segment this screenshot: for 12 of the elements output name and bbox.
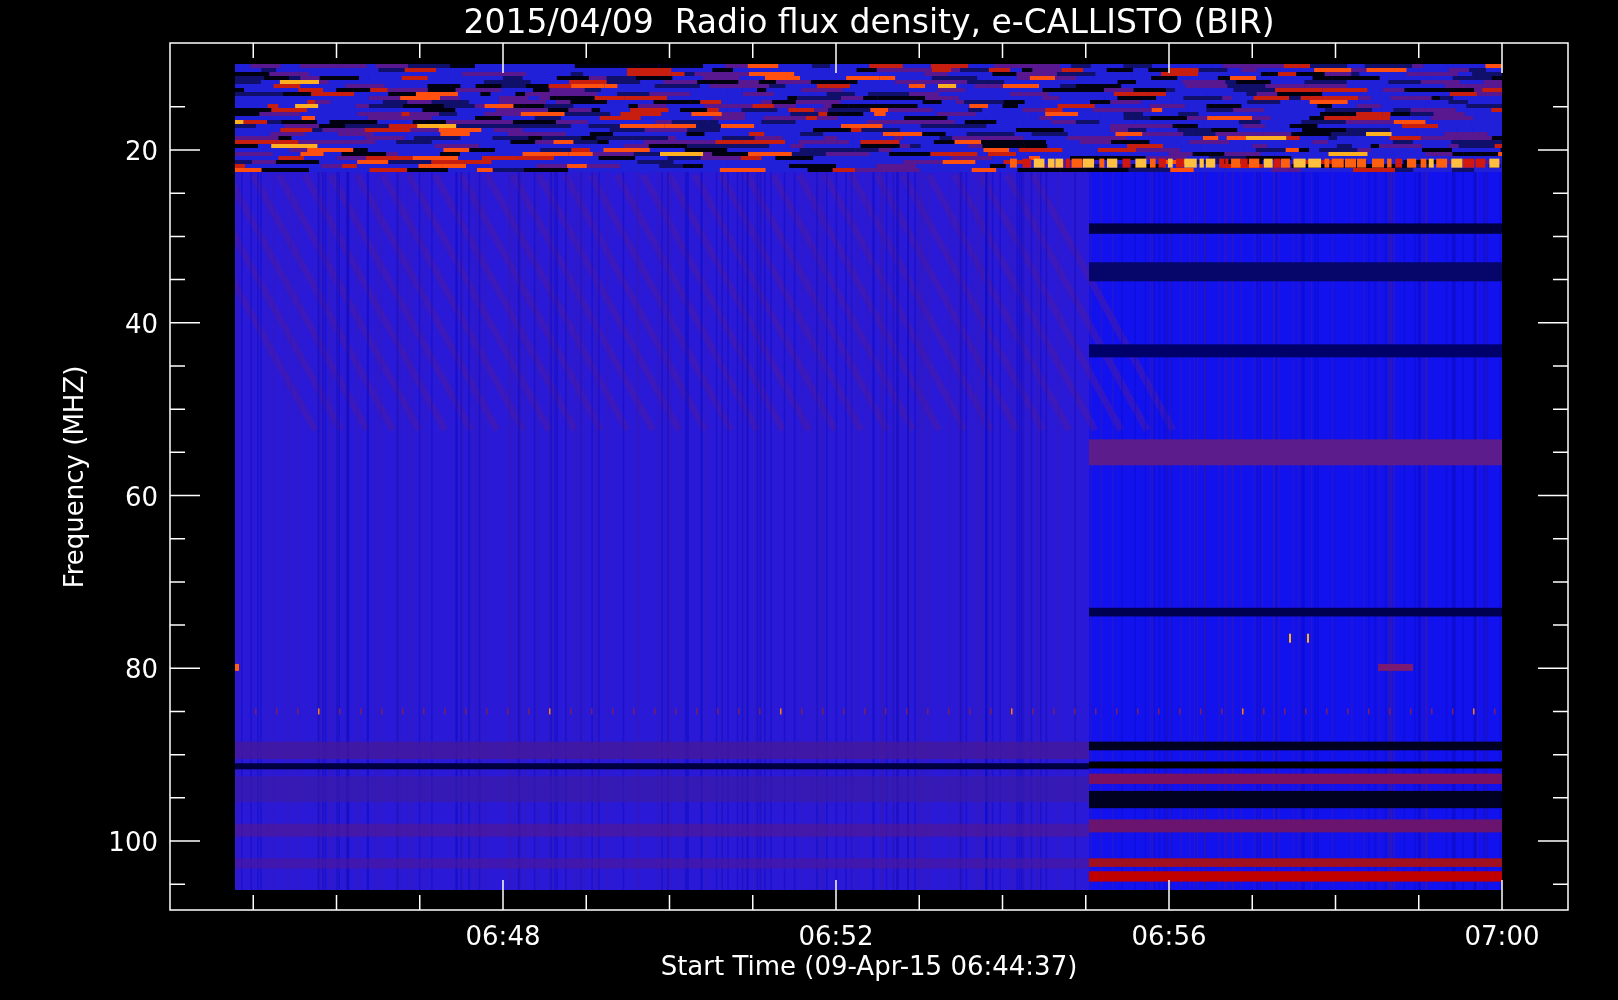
tick-label: 100 (108, 827, 158, 857)
tick-label: 06:56 (1131, 921, 1207, 951)
tick-label: 07:00 (1464, 921, 1540, 951)
tick-label: 06:52 (798, 921, 874, 951)
tick-label: 20 (124, 136, 158, 166)
axis-title: Start Time (09-Apr-15 06:44:37) (660, 951, 1078, 981)
chart-title: 2015/04/09 Radio flux density, e-CALLISTO (BIR) (463, 2, 1275, 41)
tick-label: 40 (124, 308, 158, 339)
tick-label: 80 (124, 654, 158, 685)
tick-label: 06:48 (465, 921, 541, 951)
axis-title: Frequency (MHZ) (59, 365, 89, 589)
tick-label: 60 (124, 481, 158, 512)
